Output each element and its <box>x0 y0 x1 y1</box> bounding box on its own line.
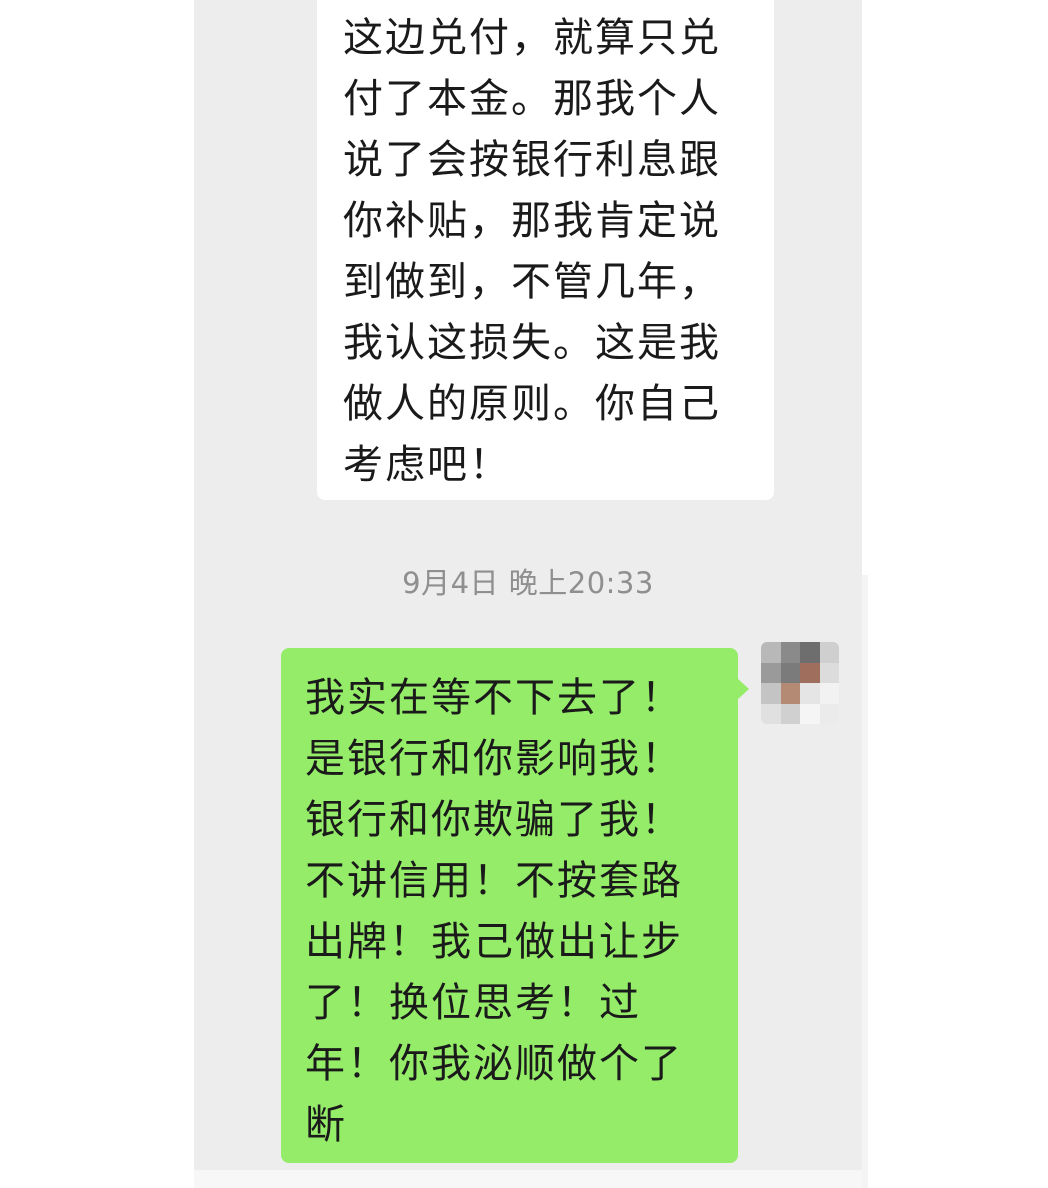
chat-area[interactable]: 这边兑付，就算只兑 付了本金。那我个人 说了会按银行利息跟 你补贴，那我肯定说 … <box>194 0 862 1188</box>
pixelated-avatar-icon[interactable] <box>761 642 839 724</box>
incoming-message-bubble[interactable]: 这边兑付，就算只兑 付了本金。那我个人 说了会按银行利息跟 你补贴，那我肯定说 … <box>317 0 774 500</box>
bubble-tail <box>737 678 749 700</box>
incoming-message-text: 这边兑付，就算只兑 付了本金。那我个人 说了会按银行利息跟 你补贴，那我肯定说 … <box>343 15 721 488</box>
message-timestamp: 9月4日 晚上20:33 <box>402 566 654 600</box>
outgoing-message-text: 我实在等不下去了！ 是银行和你影响我！ 银行和你欺骗了我！ 不讲信用！不按套路 … <box>305 675 683 1148</box>
input-bar-edge <box>194 1170 862 1188</box>
screen-edge <box>862 575 868 1188</box>
outgoing-message-bubble[interactable]: 我实在等不下去了！ 是银行和你影响我！ 银行和你欺骗了我！ 不讲信用！不按套路 … <box>281 648 749 1163</box>
